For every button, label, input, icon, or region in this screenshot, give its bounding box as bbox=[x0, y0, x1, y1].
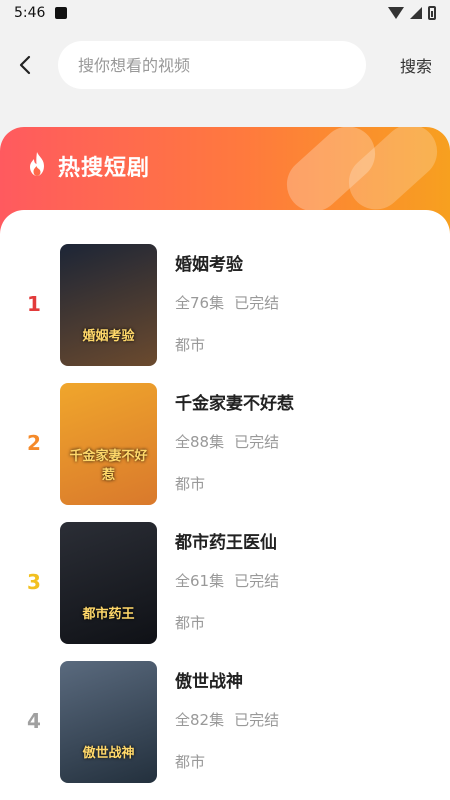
episode-count: 全82集 bbox=[175, 711, 225, 729]
drama-status: 已完结 bbox=[234, 433, 280, 451]
drama-status: 已完结 bbox=[234, 294, 280, 312]
drama-list: 1 婚姻考验 婚姻考验 全76集 已完结 都市 2 千金家妻不好惹 千金家妻不好惹… bbox=[0, 210, 450, 800]
drama-genre: 都市 bbox=[175, 614, 206, 632]
poster-title: 傲世战神 bbox=[82, 746, 135, 761]
drama-genre: 都市 bbox=[175, 475, 206, 493]
drama-title[interactable]: 都市药王医仙 bbox=[175, 528, 277, 553]
wifi-icon bbox=[388, 7, 404, 19]
chevron-left-icon bbox=[19, 55, 31, 75]
drama-genre: 都市 bbox=[175, 336, 206, 354]
fire-icon bbox=[30, 152, 44, 176]
poster-title: 都市药王 bbox=[82, 607, 135, 622]
drama-meta: 全82集 已完结 bbox=[175, 709, 279, 730]
drama-item[interactable]: 2 千金家妻不好惹 千金家妻不好惹 全88集 已完结 都市 bbox=[0, 383, 450, 505]
episode-count: 全88集 bbox=[175, 433, 225, 451]
drama-poster[interactable]: 婚姻考验 bbox=[60, 244, 157, 366]
rank-number: 3 bbox=[27, 570, 41, 594]
banner-title: 热搜短剧 bbox=[58, 156, 151, 181]
poster-title: 千金家妻不好惹 bbox=[69, 449, 148, 483]
rank-number: 2 bbox=[27, 431, 41, 455]
drama-meta: 全88集 已完结 bbox=[175, 431, 279, 452]
drama-item[interactable]: 1 婚姻考验 婚姻考验 全76集 已完结 都市 bbox=[0, 244, 450, 366]
rank-number: 1 bbox=[27, 292, 41, 316]
drama-item[interactable]: 4 傲世战神 傲世战神 全82集 已完结 都市 bbox=[0, 661, 450, 783]
status-icons bbox=[388, 6, 436, 20]
notification-icon bbox=[55, 7, 68, 19]
signal-icon bbox=[410, 7, 422, 19]
search-row: 搜索 bbox=[0, 40, 450, 90]
drama-poster[interactable]: 千金家妻不好惹 bbox=[60, 383, 157, 505]
back-button[interactable] bbox=[0, 40, 50, 90]
status-bar: 5:46 bbox=[0, 0, 450, 26]
rank-number: 4 bbox=[27, 709, 41, 733]
drama-title[interactable]: 千金家妻不好惹 bbox=[175, 389, 294, 414]
search-button[interactable]: 搜索 bbox=[400, 53, 432, 77]
episode-count: 全76集 bbox=[175, 294, 225, 312]
drama-status: 已完结 bbox=[234, 572, 280, 590]
drama-meta: 全76集 已完结 bbox=[175, 292, 279, 313]
poster-title: 婚姻考验 bbox=[82, 329, 135, 344]
drama-genre: 都市 bbox=[175, 753, 206, 771]
drama-status: 已完结 bbox=[234, 711, 280, 729]
drama-poster[interactable]: 都市药王 bbox=[60, 522, 157, 644]
drama-item[interactable]: 3 都市药王 都市药王医仙 全61集 已完结 都市 bbox=[0, 522, 450, 644]
episode-count: 全61集 bbox=[175, 572, 225, 590]
drama-title[interactable]: 婚姻考验 bbox=[175, 250, 243, 275]
search-input[interactable] bbox=[78, 55, 366, 75]
drama-meta: 全61集 已完结 bbox=[175, 570, 279, 591]
search-box[interactable] bbox=[58, 41, 366, 89]
status-time: 5:46 bbox=[14, 5, 46, 21]
drama-poster[interactable]: 傲世战神 bbox=[60, 661, 157, 783]
battery-icon bbox=[428, 6, 436, 20]
drama-title[interactable]: 傲世战神 bbox=[175, 667, 243, 692]
